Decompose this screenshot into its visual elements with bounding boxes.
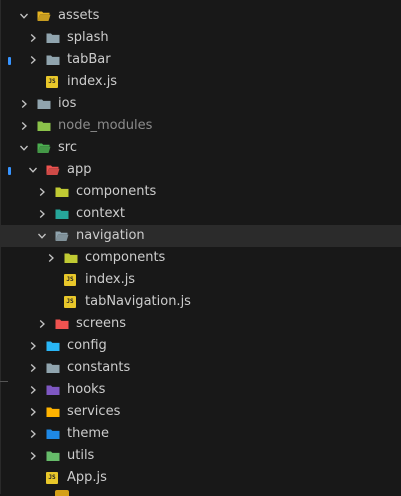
tree-folder-navigation[interactable]: navigation [0,225,401,247]
tree-folder-app[interactable]: app [12,159,401,181]
chevron-right-icon[interactable] [28,335,38,357]
tree-item-label: navigation [76,228,145,243]
tree-folder-hooks[interactable]: hooks [12,379,401,401]
tree-item-label: hooks [67,382,106,397]
javascript-file-icon: JS [46,472,58,484]
chevron-right-icon[interactable] [28,423,38,445]
folder-components-icon [64,252,78,264]
tree-folder-config[interactable]: config [12,335,401,357]
tree-folder-tabbar[interactable]: tabBar [12,49,401,71]
tree-folder-services[interactable]: services [12,401,401,423]
tree-folder-components[interactable]: components [12,181,401,203]
folder-screens-icon [55,318,69,330]
partially-visible-file-icon [55,490,69,496]
tree-folder-constants[interactable]: constants [12,357,401,379]
tree-item-label: components [76,184,157,199]
git-change-marker [8,57,11,65]
tree-folder-ios[interactable]: ios [12,93,401,115]
chevron-down-icon[interactable] [28,159,38,181]
chevron-down-icon[interactable] [19,137,29,159]
tree-item-label: context [76,206,125,221]
tree-item-label: utils [67,448,95,463]
tree-file-app-js[interactable]: JS App.js [12,467,401,489]
git-change-marker [8,167,11,175]
tree-item-label: app [67,162,92,177]
chevron-right-icon[interactable] [46,247,56,269]
tree-folder-node-modules[interactable]: node_modules [12,115,401,137]
tree-item-label: assets [58,8,100,23]
tree-item-label: ios [58,96,77,111]
tree-folder-components[interactable]: components [12,247,401,269]
folder-hooks-icon [46,384,60,396]
tree-folder-context[interactable]: context [12,203,401,225]
chevron-right-icon[interactable] [28,379,38,401]
tree-item-label: index.js [85,272,136,287]
tree-file-index-js[interactable]: JS index.js [12,71,401,93]
tree-item-label: theme [67,426,109,441]
chevron-down-icon[interactable] [19,5,29,27]
folder-services-icon [46,406,60,418]
tree-item-label: splash [67,30,109,45]
tree-item-label: App.js [67,470,107,485]
chevron-right-icon[interactable] [37,181,47,203]
folder-icon [46,32,60,44]
chevron-right-icon[interactable] [28,401,38,423]
panel-left-border [0,0,1,494]
javascript-file-icon: JS [64,274,76,286]
tree-item-label: components [85,250,166,265]
file-explorer-tree: assets splash tabBar JS index.js ios node_modu… [0,5,401,489]
tree-folder-theme[interactable]: theme [12,423,401,445]
chevron-right-icon[interactable] [19,93,29,115]
tree-item-label: src [58,140,77,155]
chevron-right-icon[interactable] [37,203,47,225]
chevron-right-icon[interactable] [28,49,38,71]
tree-item-label: config [67,338,107,353]
chevron-down-icon[interactable] [37,225,47,247]
tree-item-label: tabNavigation.js [85,294,191,309]
chevron-right-icon[interactable] [28,445,38,467]
folder-context-icon [55,208,69,220]
chevron-right-icon[interactable] [28,27,38,49]
tree-item-label: services [67,404,121,419]
folder-assets-icon [37,10,51,22]
folder-config-icon [46,340,60,352]
tree-folder-screens[interactable]: screens [12,313,401,335]
folder-app-icon [46,164,60,176]
folder-constants-icon [46,362,60,374]
folder-ios-icon [37,98,51,110]
folder-utils-icon [46,450,60,462]
javascript-file-icon: JS [64,296,76,308]
folder-components-icon [55,186,69,198]
javascript-file-icon: JS [46,76,58,88]
tree-item-label: node_modules [58,118,153,133]
tree-item-label: index.js [67,74,118,89]
folder-theme-icon [46,428,60,440]
tree-file-tabnavigation-js[interactable]: JS tabNavigation.js [12,291,401,313]
tree-folder-splash[interactable]: splash [12,27,401,49]
folder-node-icon [37,120,51,132]
chevron-right-icon[interactable] [37,313,47,335]
tree-folder-src[interactable]: src [12,137,401,159]
tree-item-label: tabBar [67,52,111,67]
tree-file-index-js[interactable]: JS index.js [12,269,401,291]
chevron-right-icon[interactable] [19,115,29,137]
tree-item-label: screens [76,316,126,331]
panel-left-sash-mark[interactable] [0,381,8,382]
folder-src-icon [37,142,51,154]
tree-item-label: constants [67,360,131,375]
chevron-right-icon[interactable] [28,357,38,379]
tree-folder-assets[interactable]: assets [12,5,401,27]
folder-icon [46,54,60,66]
tree-folder-utils[interactable]: utils [12,445,401,467]
folder-navigation-icon [55,230,69,242]
